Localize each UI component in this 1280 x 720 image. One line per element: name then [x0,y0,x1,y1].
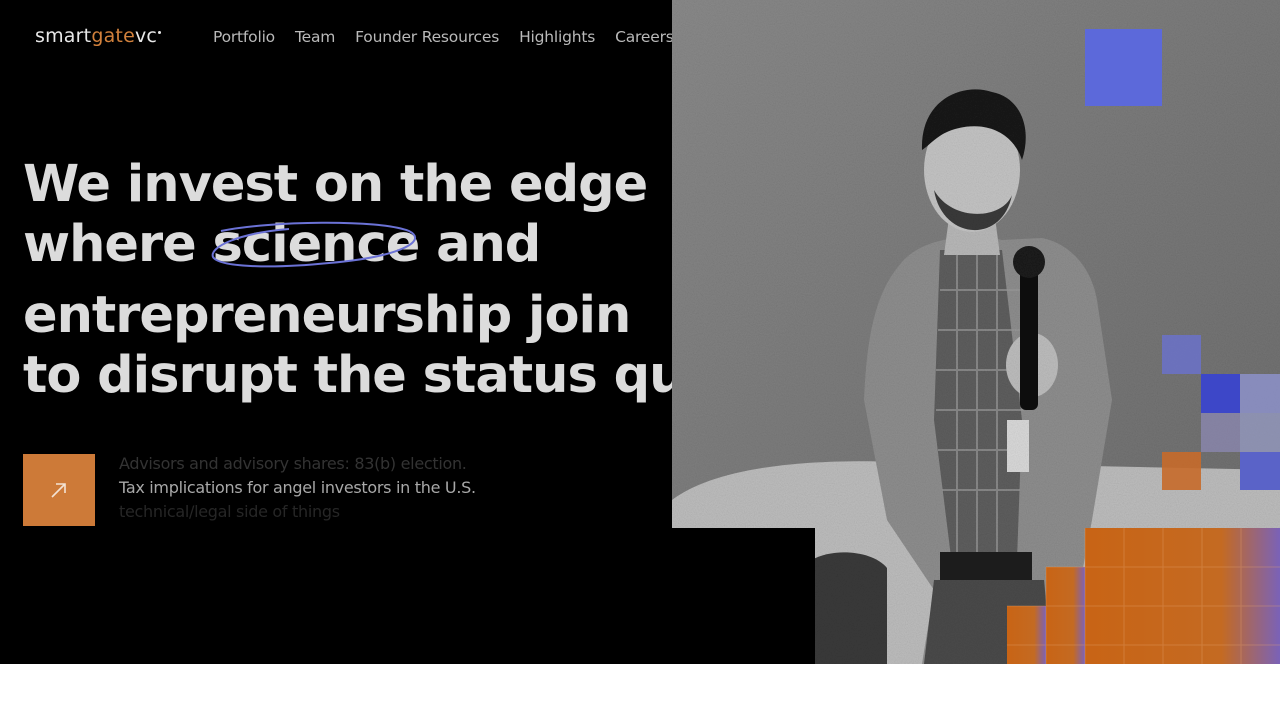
resource-ticker: Advisors and advisory shares: 83(b) elec… [119,452,539,524]
ticker-item[interactable]: Advisors and advisory shares: 83(b) elec… [119,452,539,476]
headline-line-3: entrepreneurship join [23,286,631,345]
headline-line-2-after: and [419,215,541,274]
hero-section: smart gate vc Portfolio Team Founder Res… [0,0,1280,664]
headline-line-2: where science and [23,215,663,275]
nav-item-founder-resources[interactable]: Founder Resources [355,28,499,46]
logo-dot [158,31,162,34]
highlight-ellipse [211,221,416,268]
nav-item-portfolio[interactable]: Portfolio [213,28,275,46]
nav-item-careers[interactable]: Careers [615,28,674,46]
main-nav: Portfolio Team Founder Resources Highlig… [213,28,674,46]
logo-part-vc: vc [134,25,158,47]
nav-item-highlights[interactable]: Highlights [519,28,595,46]
hero-headline: We invest on the edge where science and … [23,155,719,406]
photo-corner-cutout [672,528,815,664]
headline-line-4: to disrupt the status quo [23,346,719,405]
headline-highlight-word: science [211,215,420,275]
ticker-item-active[interactable]: Tax implications for angel investors in … [119,476,539,500]
nav-item-team[interactable]: Team [295,28,335,46]
logo-part-gate: gate [91,25,135,47]
logo[interactable]: smart gate vc [35,25,162,49]
arrow-up-right-icon [51,483,66,498]
cta-arrow-button[interactable] [23,454,95,526]
headline-line-2-before: where [23,215,213,274]
headline-line-1: We invest on the edge [23,155,648,214]
ticker-item[interactable]: technical/legal side of things [119,500,539,524]
logo-part-smart: smart [35,25,92,47]
